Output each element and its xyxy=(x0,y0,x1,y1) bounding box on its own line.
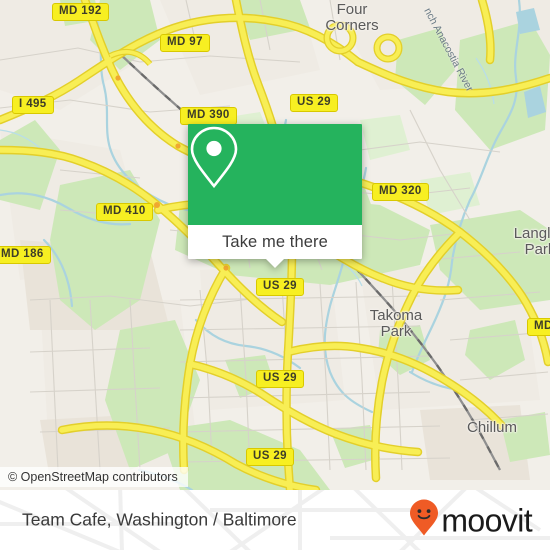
road-shield-md-390[interactable]: MD 390 xyxy=(180,107,237,125)
popup-action-button[interactable]: Take me there xyxy=(188,225,362,259)
road-shield-us-29-bottom[interactable]: US 29 xyxy=(246,448,294,466)
road-shield-i-495[interactable]: I 495 xyxy=(12,96,54,114)
road-shield-us-29-lower[interactable]: US 29 xyxy=(256,370,304,388)
moovit-brand[interactable]: moovit xyxy=(409,499,533,542)
page-title: Team Cafe, Washington / Baltimore xyxy=(22,509,297,530)
road-shield-md-192[interactable]: MD 192 xyxy=(52,3,109,21)
road-shield-us-29-mid[interactable]: US 29 xyxy=(256,278,304,296)
popup-tail xyxy=(266,259,284,268)
road-shield-md-97[interactable]: MD 97 xyxy=(160,34,210,52)
road-shield-md-320[interactable]: MD 320 xyxy=(372,183,429,201)
road-shield-us-29-north[interactable]: US 29 xyxy=(290,94,338,112)
road-shield-md-right-edge[interactable]: MD xyxy=(527,318,550,336)
footer-bar: Team Cafe, Washington / Baltimore moovit xyxy=(0,490,550,550)
moovit-pin-smiley-icon xyxy=(409,499,439,542)
popup-body xyxy=(188,124,362,225)
location-popup[interactable]: Take me there xyxy=(188,124,362,268)
osm-attribution[interactable]: © OpenStreetMap contributors xyxy=(0,467,188,487)
moovit-map-screenshot: MD 192 MD 97 US 29 I 495 MD 390 MD 410 M… xyxy=(0,0,550,550)
road-shield-md-186[interactable]: MD 186 xyxy=(0,246,51,264)
popup-action-label: Take me there xyxy=(222,232,328,251)
moovit-wordmark: moovit xyxy=(441,502,532,538)
road-shield-md-410[interactable]: MD 410 xyxy=(96,203,153,221)
map-canvas[interactable]: MD 192 MD 97 US 29 I 495 MD 390 MD 410 M… xyxy=(0,0,550,490)
